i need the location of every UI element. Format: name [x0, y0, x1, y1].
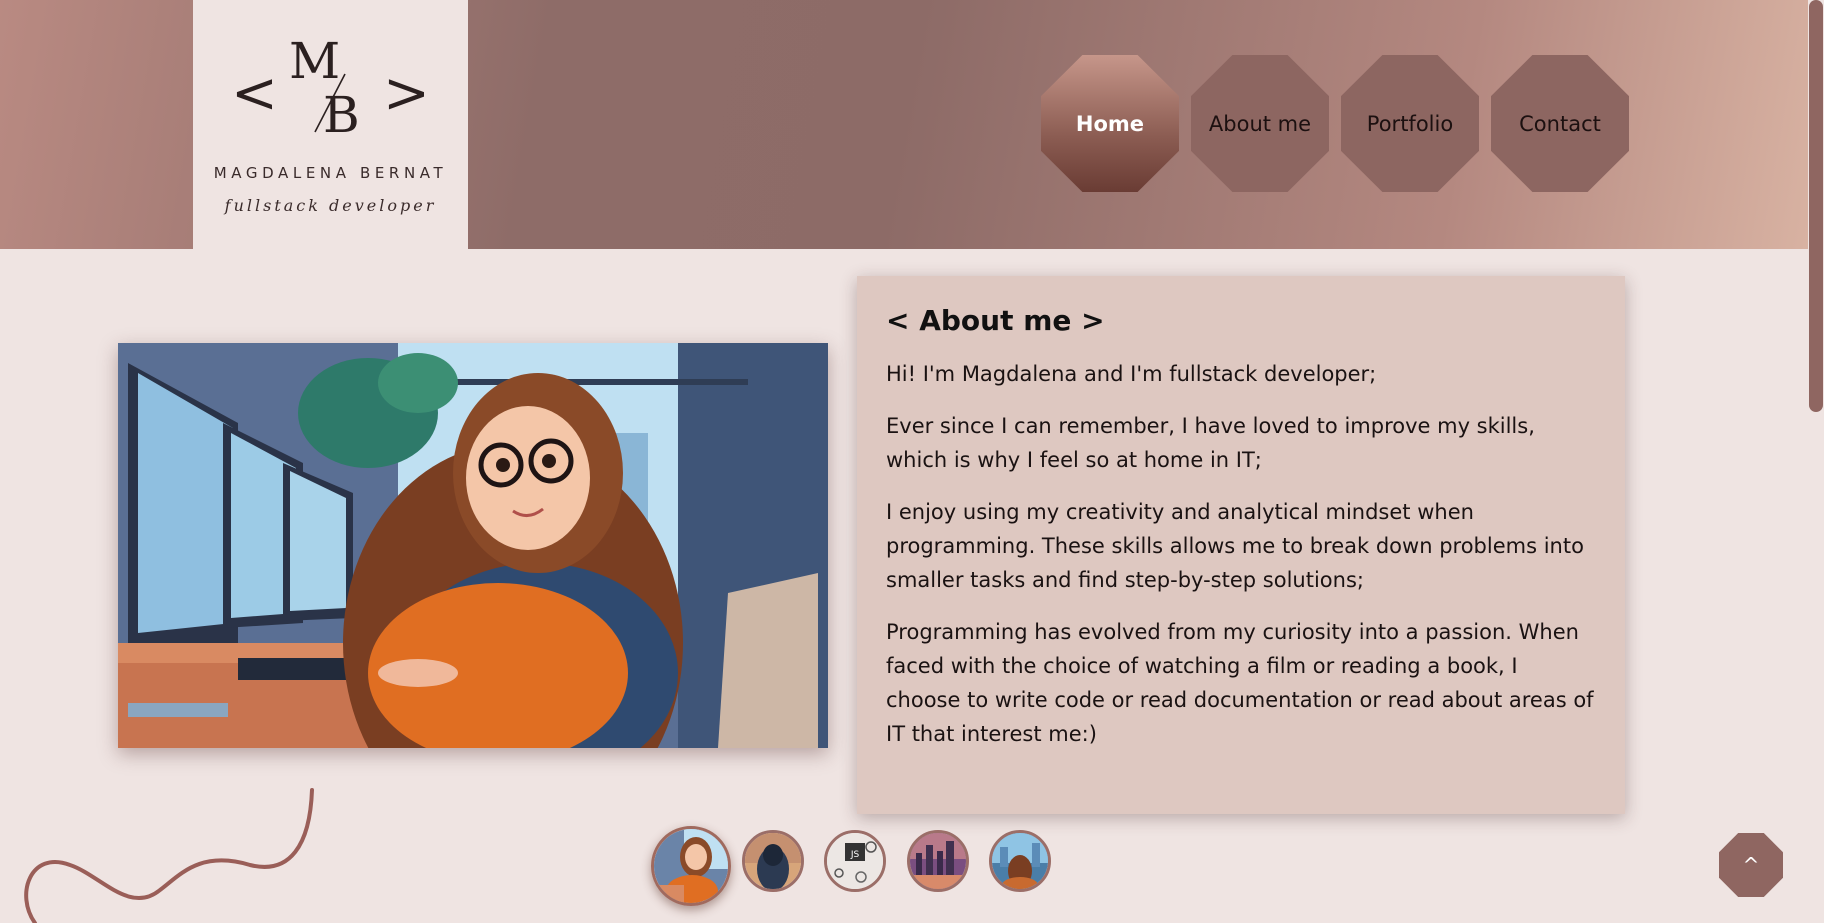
nav-home[interactable]: Home [1041, 55, 1179, 192]
monogram-b: B [323, 86, 360, 144]
about-paragraph-4: Programming has evolved from my curiosit… [886, 620, 1594, 746]
js-label: JS [850, 850, 860, 860]
about-paragraph-2: Ever since I can remember, I have loved … [886, 414, 1535, 472]
about-title: < About me > [886, 304, 1105, 337]
js-tech-icons-thumbnail[interactable]: JS [824, 830, 886, 892]
monogram-left-bracket: < [231, 61, 278, 126]
city-skyline-thumbnail[interactable] [907, 830, 969, 892]
girl-at-computer-thumbnail[interactable] [651, 826, 731, 906]
logo[interactable]: < M B > MAGDALENA BERNAT fullstack devel… [193, 0, 468, 249]
decorative-squiggle [24, 788, 314, 923]
scroll-to-top-button[interactable]: ^ [1719, 833, 1783, 897]
monogram-m: M [289, 32, 340, 90]
hooded-figure-thumbnail[interactable] [742, 830, 804, 892]
nav-about-me[interactable]: About me [1191, 55, 1329, 192]
monogram-right-bracket: > [383, 61, 430, 126]
hero-illustration [118, 343, 828, 748]
nav-portfolio[interactable]: Portfolio [1341, 55, 1479, 192]
girl-city-window-thumbnail[interactable] [989, 830, 1051, 892]
scrollbar-thumb[interactable] [1809, 0, 1823, 412]
about-paragraph-1: Hi! I'm Magdalena and I'm fullstack deve… [886, 362, 1377, 386]
header: < M B > MAGDALENA BERNAT fullstack devel… [0, 0, 1808, 249]
logo-role: fullstack developer [224, 196, 437, 215]
girl-at-computer-illustration [118, 343, 828, 748]
logo-monogram: < M B > [231, 32, 430, 144]
nav-contact[interactable]: Contact [1491, 55, 1629, 192]
logo-name: MAGDALENA BERNAT [213, 164, 448, 182]
about-paragraph-3: I enjoy using my creativity and analytic… [886, 500, 1584, 592]
about-card: < About me > Hi! I'm Magdalena and I'm f… [857, 276, 1625, 814]
